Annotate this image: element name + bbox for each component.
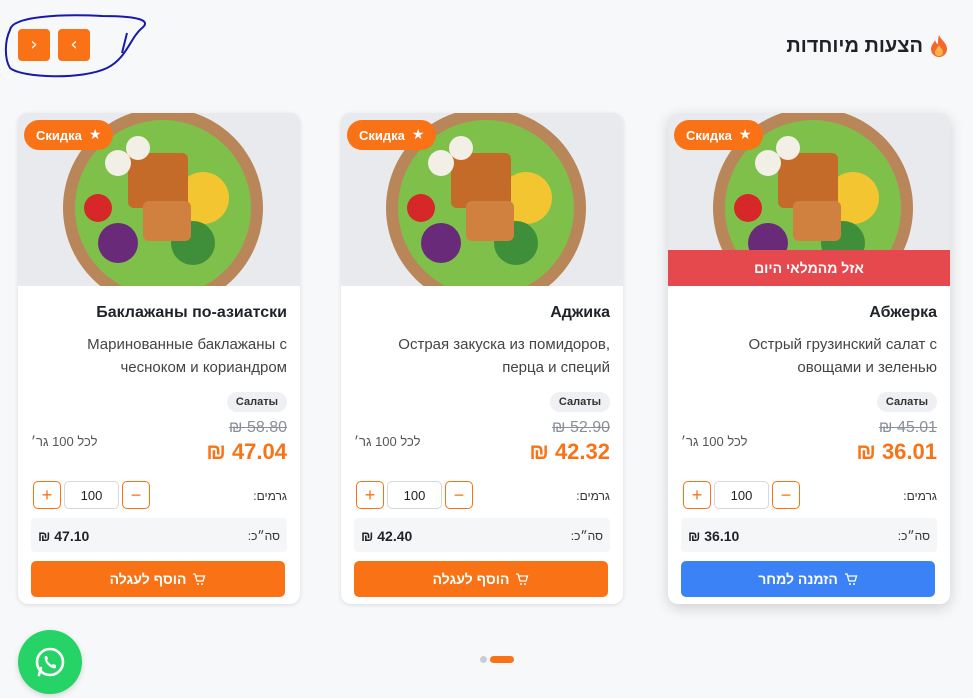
pagination-dot[interactable] xyxy=(480,656,487,663)
cart-icon xyxy=(516,573,529,585)
new-price: ₪ 47.04 xyxy=(206,439,287,464)
product-name: Абжерка xyxy=(869,304,937,321)
badge-label: Скидка xyxy=(359,127,405,143)
total-value: ₪ 42.40 xyxy=(361,528,413,544)
carousel-prev-button[interactable]: ‹ xyxy=(58,29,90,61)
quantity-input[interactable] xyxy=(714,481,769,509)
category-tag[interactable]: Салаты xyxy=(876,392,937,412)
product-image[interactable]: Скидка ★ xyxy=(341,113,623,286)
product-card[interactable]: Скидка ★ Аджика Острая закуска из помидо… xyxy=(341,113,623,604)
old-price: ₪ 52.90 xyxy=(551,419,610,436)
section-title-text: הצעות מיוחדות xyxy=(786,34,923,57)
add-to-cart-button[interactable]: הוסף לעגלה xyxy=(31,561,285,597)
category-tag[interactable]: Салаты xyxy=(226,392,287,412)
increase-button[interactable]: + xyxy=(33,481,61,509)
carousel-pagination xyxy=(480,656,514,663)
add-to-cart-button[interactable]: הוסף לעגלה xyxy=(354,561,608,597)
per-unit-label: לכל 100 גר׳ xyxy=(31,434,98,449)
per-unit-label: לכל 100 גר׳ xyxy=(681,434,748,449)
order-tomorrow-button[interactable]: הזמנה למחר xyxy=(681,561,935,597)
old-price: ₪ 58.80 xyxy=(228,419,287,436)
increase-button[interactable]: + xyxy=(683,481,711,509)
product-card[interactable]: Скидка ★ אזל מהמלאי היום Абжерка Острый … xyxy=(668,113,950,604)
total-value: ₪ 47.10 xyxy=(38,528,90,544)
per-unit-label: לכל 100 גר׳ xyxy=(354,434,421,449)
discount-badge: Скидка ★ xyxy=(674,120,764,150)
soldout-banner: אזל מהמלאי היום xyxy=(668,250,950,286)
discount-badge: Скидка ★ xyxy=(24,120,114,150)
fire-icon xyxy=(931,35,947,57)
product-description: Острая закуска из помидоров, перца и спе… xyxy=(398,336,610,376)
pagination-dot-active[interactable] xyxy=(490,656,514,663)
decrease-button[interactable]: − xyxy=(772,481,800,509)
increase-button[interactable]: + xyxy=(356,481,384,509)
grams-label: גרמים: xyxy=(903,489,937,503)
cta-label: הוסף לעגלה xyxy=(432,571,510,587)
product-image[interactable]: Скидка ★ אזל מהמלאי היום xyxy=(668,113,950,286)
quantity-stepper: + − xyxy=(356,481,473,509)
cart-icon xyxy=(844,573,858,585)
cart-icon xyxy=(193,573,206,585)
total-label: סה״כ: xyxy=(247,529,280,543)
product-name: Аджика xyxy=(550,304,610,321)
total-label: סה״כ: xyxy=(570,529,603,543)
old-price: ₪ 45.01 xyxy=(878,419,937,436)
discount-badge: Скидка ★ xyxy=(347,120,437,150)
badge-label: Скидка xyxy=(36,127,82,143)
new-price: ₪ 36.01 xyxy=(856,439,937,464)
product-card[interactable]: Скидка ★ Баклажаны по-азиатски Маринован… xyxy=(18,113,300,604)
quantity-stepper: + − xyxy=(683,481,800,509)
product-image[interactable]: Скидка ★ xyxy=(18,113,300,286)
star-icon: ★ xyxy=(411,127,425,143)
whatsapp-button[interactable] xyxy=(18,630,82,694)
quantity-input[interactable] xyxy=(64,481,119,509)
category-tag[interactable]: Салаты xyxy=(549,392,610,412)
quantity-stepper: + − xyxy=(33,481,150,509)
total-row: סה״כ: ₪ 42.40 xyxy=(354,518,610,552)
grams-label: גרמים: xyxy=(576,489,610,503)
total-row: סה״כ: ₪ 36.10 xyxy=(681,518,937,552)
product-name: Баклажаны по-азиатски xyxy=(96,304,287,321)
product-description: Маринованные баклажаны с чесноком и кори… xyxy=(87,336,287,376)
carousel-nav: › ‹ xyxy=(18,29,90,61)
total-label: סה״כ: xyxy=(897,529,930,543)
new-price: ₪ 42.32 xyxy=(529,439,610,464)
carousel-next-button[interactable]: › xyxy=(18,29,50,61)
cta-label: הזמנה למחר xyxy=(758,571,838,587)
cta-label: הוסף לעגלה xyxy=(109,571,187,587)
total-value: ₪ 36.10 xyxy=(688,528,740,544)
grams-label: גרמים: xyxy=(253,489,287,503)
decrease-button[interactable]: − xyxy=(122,481,150,509)
decrease-button[interactable]: − xyxy=(445,481,473,509)
star-icon: ★ xyxy=(88,127,102,143)
whatsapp-icon xyxy=(35,647,65,677)
section-title: הצעות מיוחדות xyxy=(786,34,949,58)
star-icon: ★ xyxy=(738,127,752,143)
quantity-input[interactable] xyxy=(387,481,442,509)
total-row: סה״כ: ₪ 47.10 xyxy=(31,518,287,552)
product-description: Острый грузинский салат с овощами и зеле… xyxy=(748,336,937,376)
badge-label: Скидка xyxy=(686,127,732,143)
